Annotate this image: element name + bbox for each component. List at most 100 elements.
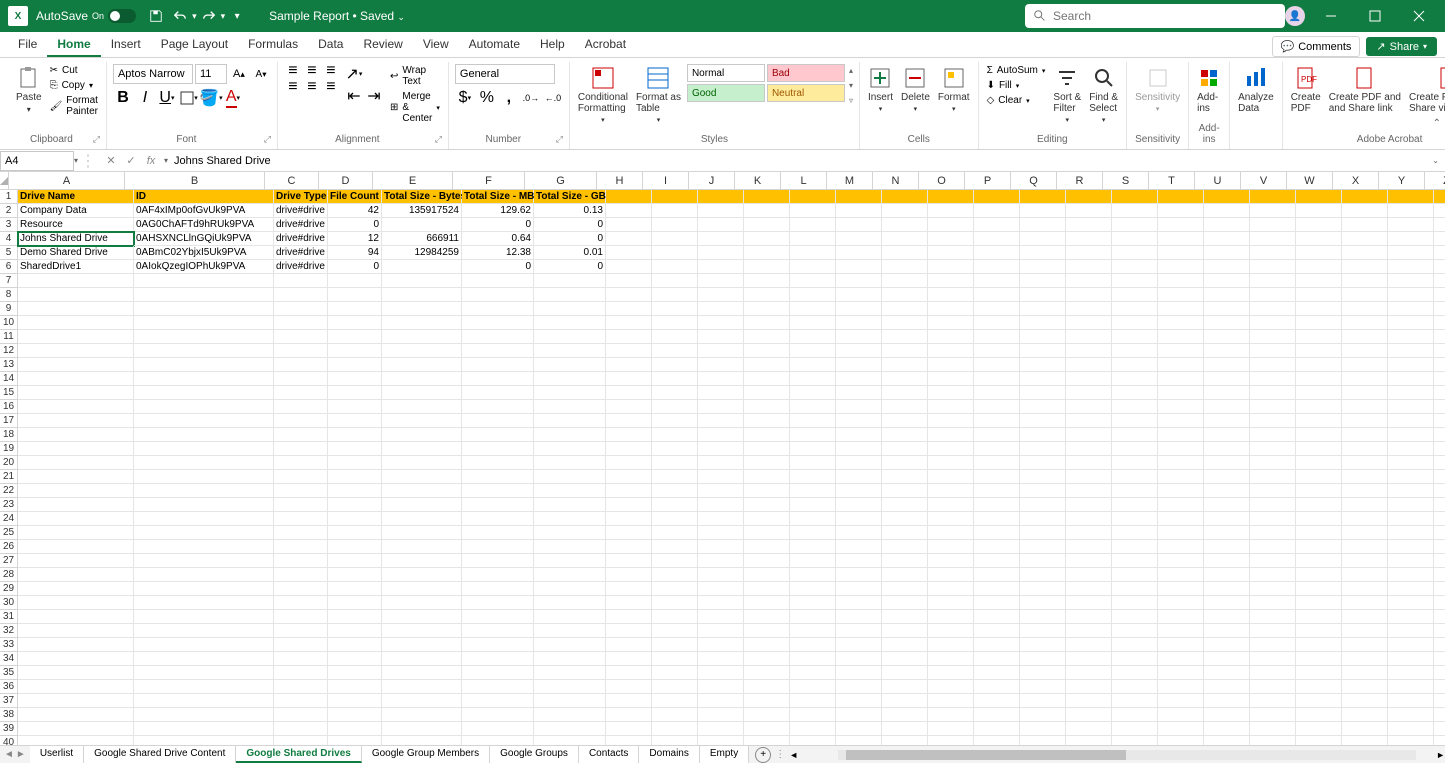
sheet-tab[interactable]: Empty xyxy=(700,746,749,763)
cell[interactable] xyxy=(1158,736,1204,745)
cell[interactable] xyxy=(652,582,698,596)
ribbon-tab-page-layout[interactable]: Page Layout xyxy=(151,33,238,57)
cell[interactable] xyxy=(1158,554,1204,568)
cell[interactable] xyxy=(1250,540,1296,554)
cell[interactable] xyxy=(1066,680,1112,694)
cell[interactable] xyxy=(1250,666,1296,680)
cell[interactable] xyxy=(744,526,790,540)
cell[interactable] xyxy=(1204,680,1250,694)
ribbon-tab-file[interactable]: File xyxy=(8,33,47,57)
cell[interactable] xyxy=(382,596,462,610)
cell[interactable]: 0AHSXNCLlnGQiUk9PVA xyxy=(134,232,274,246)
column-header[interactable]: F xyxy=(453,172,525,190)
cell[interactable] xyxy=(744,624,790,638)
merge-center-button[interactable]: ⊞Merge & Center ▾ xyxy=(388,90,442,125)
cell[interactable] xyxy=(698,666,744,680)
cell[interactable] xyxy=(1112,652,1158,666)
cell[interactable] xyxy=(1434,512,1445,526)
spreadsheet-grid[interactable]: ABCDEFGHIJKLMNOPQRSTUVWXYZ 1234567891011… xyxy=(0,172,1445,745)
row-header[interactable]: 14 xyxy=(0,372,18,386)
cell[interactable] xyxy=(382,470,462,484)
cell[interactable] xyxy=(1296,246,1342,260)
cell[interactable] xyxy=(974,204,1020,218)
sensitivity-button[interactable]: Sensitivity▾ xyxy=(1133,64,1182,115)
cell[interactable] xyxy=(382,666,462,680)
cell[interactable] xyxy=(698,722,744,736)
cell[interactable] xyxy=(462,428,534,442)
cell[interactable] xyxy=(534,372,606,386)
cell[interactable] xyxy=(928,610,974,624)
cell[interactable] xyxy=(836,596,882,610)
cell[interactable] xyxy=(1342,190,1388,204)
cell[interactable] xyxy=(698,568,744,582)
cell[interactable] xyxy=(1066,288,1112,302)
cell[interactable] xyxy=(382,400,462,414)
font-name-input[interactable] xyxy=(113,64,193,84)
cell[interactable] xyxy=(974,344,1020,358)
cell[interactable] xyxy=(1066,232,1112,246)
cell[interactable] xyxy=(1204,358,1250,372)
column-header[interactable]: X xyxy=(1333,172,1379,190)
cell[interactable] xyxy=(18,638,134,652)
cell[interactable] xyxy=(744,400,790,414)
cell[interactable] xyxy=(462,554,534,568)
wrap-text-button[interactable]: ↩Wrap Text xyxy=(388,64,442,88)
row-header[interactable]: 1 xyxy=(0,190,18,204)
cell[interactable] xyxy=(1434,498,1445,512)
cell[interactable] xyxy=(698,582,744,596)
cell[interactable] xyxy=(134,302,274,316)
row-header[interactable]: 21 xyxy=(0,470,18,484)
cell[interactable] xyxy=(1112,708,1158,722)
cell[interactable] xyxy=(928,456,974,470)
cell[interactable] xyxy=(274,582,328,596)
cell[interactable] xyxy=(836,638,882,652)
cell[interactable] xyxy=(1020,694,1066,708)
cell[interactable] xyxy=(1296,372,1342,386)
cell[interactable] xyxy=(882,470,928,484)
cell[interactable] xyxy=(1204,736,1250,745)
ribbon-tab-data[interactable]: Data xyxy=(308,33,353,57)
cell[interactable] xyxy=(134,456,274,470)
cell[interactable] xyxy=(606,680,652,694)
column-header[interactable]: P xyxy=(965,172,1011,190)
cell[interactable] xyxy=(928,596,974,610)
row-header[interactable]: 29 xyxy=(0,582,18,596)
cell[interactable] xyxy=(606,316,652,330)
cell[interactable] xyxy=(382,638,462,652)
cell[interactable] xyxy=(1020,232,1066,246)
cell[interactable] xyxy=(790,190,836,204)
cell[interactable] xyxy=(1434,540,1445,554)
cell[interactable]: 0 xyxy=(328,218,382,232)
cell[interactable] xyxy=(534,484,606,498)
column-header[interactable]: K xyxy=(735,172,781,190)
percent-format-button[interactable]: % xyxy=(477,88,497,108)
cell[interactable] xyxy=(790,302,836,316)
cell[interactable] xyxy=(1388,316,1434,330)
cell[interactable] xyxy=(1020,288,1066,302)
cell[interactable] xyxy=(328,680,382,694)
cell[interactable] xyxy=(928,414,974,428)
cell[interactable] xyxy=(1250,372,1296,386)
cell[interactable] xyxy=(1342,330,1388,344)
cell[interactable] xyxy=(882,722,928,736)
cell[interactable] xyxy=(652,708,698,722)
cell[interactable] xyxy=(1158,582,1204,596)
cell[interactable] xyxy=(744,456,790,470)
cell[interactable] xyxy=(1066,694,1112,708)
cell[interactable] xyxy=(790,680,836,694)
cell[interactable] xyxy=(1066,484,1112,498)
cell[interactable] xyxy=(1342,414,1388,428)
cell[interactable] xyxy=(274,638,328,652)
row-header[interactable]: 7 xyxy=(0,274,18,288)
cell[interactable] xyxy=(652,288,698,302)
cell[interactable] xyxy=(1020,442,1066,456)
cell[interactable] xyxy=(1112,470,1158,484)
cell[interactable] xyxy=(1020,624,1066,638)
cell[interactable] xyxy=(534,302,606,316)
cell[interactable] xyxy=(790,218,836,232)
sheet-tab[interactable]: Google Group Members xyxy=(362,746,490,763)
number-dialog-launcher[interactable]: ⤢ xyxy=(556,134,563,145)
qat-customize-icon[interactable]: ▾ xyxy=(227,6,247,26)
cell[interactable] xyxy=(1342,218,1388,232)
cell[interactable] xyxy=(974,722,1020,736)
